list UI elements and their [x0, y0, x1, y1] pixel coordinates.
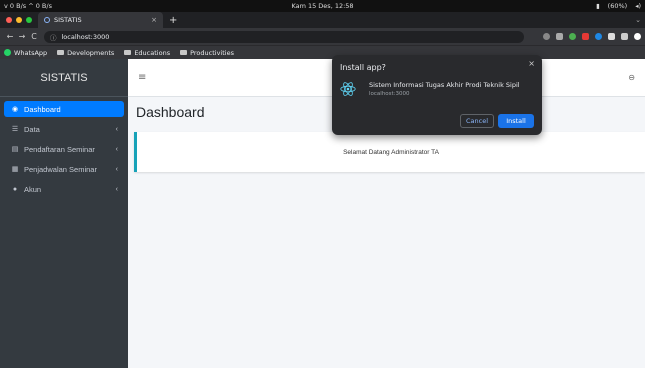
extensions-area — [543, 33, 641, 40]
back-icon[interactable]: ← — [4, 32, 16, 41]
list-icon: ☰ — [11, 126, 19, 133]
user-icon: ● — [12, 185, 18, 193]
hamburger-menu-icon[interactable]: ≡ — [138, 72, 146, 83]
window-controls — [0, 17, 38, 23]
minimize-window-icon[interactable] — [16, 17, 22, 23]
share-icon[interactable] — [556, 33, 563, 40]
tab-favicon-icon — [44, 17, 50, 23]
browser-toolbar: ← → C ⓘ localhost:3000 — [0, 28, 645, 45]
sidebar-item-penjadwalan-seminar[interactable]: ▦ Penjadwalan Seminar ‹ — [4, 161, 124, 177]
volume-icon[interactable]: ◂) — [635, 2, 641, 10]
welcome-message: Selamat Datang Administrator TA — [343, 148, 439, 156]
bookmark-productivities[interactable]: Productivities — [180, 49, 234, 57]
user-profile-icon[interactable]: ⊖ — [628, 73, 635, 82]
site-info-icon[interactable]: ⓘ — [50, 32, 57, 42]
tab-title: SISTATIS — [54, 16, 82, 24]
folder-icon — [180, 50, 188, 55]
tab-close-icon[interactable]: × — [151, 16, 157, 24]
address-bar[interactable]: ⓘ localhost:3000 — [44, 30, 524, 43]
bookmark-educations[interactable]: Educations — [124, 49, 170, 57]
app-name: Sistem Informasi Tugas Akhir Prodi Tekni… — [369, 81, 520, 89]
bookmarks-bar: WhatsApp Developments Educations Product… — [0, 45, 645, 59]
browser-tab-strip: SISTATIS × + ⌄ — [0, 12, 645, 28]
chevron-left-icon: ‹ — [115, 125, 118, 133]
chevron-left-icon: ‹ — [115, 145, 118, 153]
url-text: localhost:3000 — [61, 32, 110, 41]
page-title: Dashboard — [136, 104, 205, 120]
dialog-title: Install app? — [340, 63, 386, 72]
forward-icon[interactable]: → — [16, 32, 28, 41]
install-app-dialog: Install app? × Sistem Informasi Tugas Ak… — [332, 55, 542, 135]
sidebar: SISTATIS ◉ Dashboard ☰ Data ‹ ▤ Pendafta… — [0, 59, 128, 368]
dashboard-icon: ◉ — [11, 106, 19, 113]
sidebar-nav: ◉ Dashboard ☰ Data ‹ ▤ Pendaftaran Semin… — [0, 97, 128, 205]
file-icon: ▤ — [11, 146, 19, 153]
os-top-bar: v 0 B/s ^ 0 B/s Kam 15 Des, 12:58 ▮ (60%… — [0, 0, 645, 12]
extension-icon[interactable] — [582, 33, 589, 40]
chevron-left-icon: ‹ — [115, 185, 118, 193]
extension-icon[interactable] — [569, 33, 576, 40]
install-button[interactable]: Install — [498, 114, 534, 128]
tab-search-icon[interactable]: ⌄ — [635, 16, 645, 24]
extension-icon[interactable] — [595, 33, 602, 40]
browser-tab[interactable]: SISTATIS × — [38, 12, 163, 28]
sidepanel-icon[interactable] — [621, 33, 628, 40]
chevron-left-icon: ‹ — [115, 165, 118, 173]
brand-logo[interactable]: SISTATIS — [0, 59, 128, 97]
maximize-window-icon[interactable] — [26, 17, 32, 23]
network-speed: v 0 B/s ^ 0 B/s — [4, 2, 52, 10]
close-icon[interactable]: × — [528, 59, 535, 68]
whatsapp-icon — [4, 49, 11, 56]
folder-icon — [57, 50, 65, 55]
bookmark-whatsapp[interactable]: WhatsApp — [4, 49, 47, 57]
sidebar-item-pendaftaran-seminar[interactable]: ▤ Pendaftaran Seminar ‹ — [4, 141, 124, 157]
close-window-icon[interactable] — [6, 17, 12, 23]
sidebar-item-data[interactable]: ☰ Data ‹ — [4, 121, 124, 137]
cancel-button[interactable]: Cancel — [460, 114, 494, 128]
sidebar-item-akun[interactable]: ● Akun ‹ — [4, 181, 124, 197]
new-tab-button[interactable]: + — [169, 15, 177, 26]
app-url: localhost:3000 — [369, 91, 410, 97]
welcome-callout: Selamat Datang Administrator TA — [134, 132, 645, 172]
battery-level: (60%) — [607, 2, 628, 10]
sidebar-item-dashboard[interactable]: ◉ Dashboard — [4, 101, 124, 117]
bookmark-developments[interactable]: Developments — [57, 49, 114, 57]
extensions-puzzle-icon[interactable] — [608, 33, 615, 40]
os-clock[interactable]: Kam 15 Des, 12:58 — [0, 2, 645, 10]
calendar-icon: ▦ — [11, 166, 19, 173]
profile-icon[interactable] — [634, 33, 641, 40]
battery-icon[interactable]: ▮ — [596, 2, 600, 10]
install-app-icon[interactable] — [543, 33, 550, 40]
folder-icon — [124, 50, 132, 55]
reload-icon[interactable]: C — [28, 32, 40, 41]
react-icon — [340, 82, 356, 96]
